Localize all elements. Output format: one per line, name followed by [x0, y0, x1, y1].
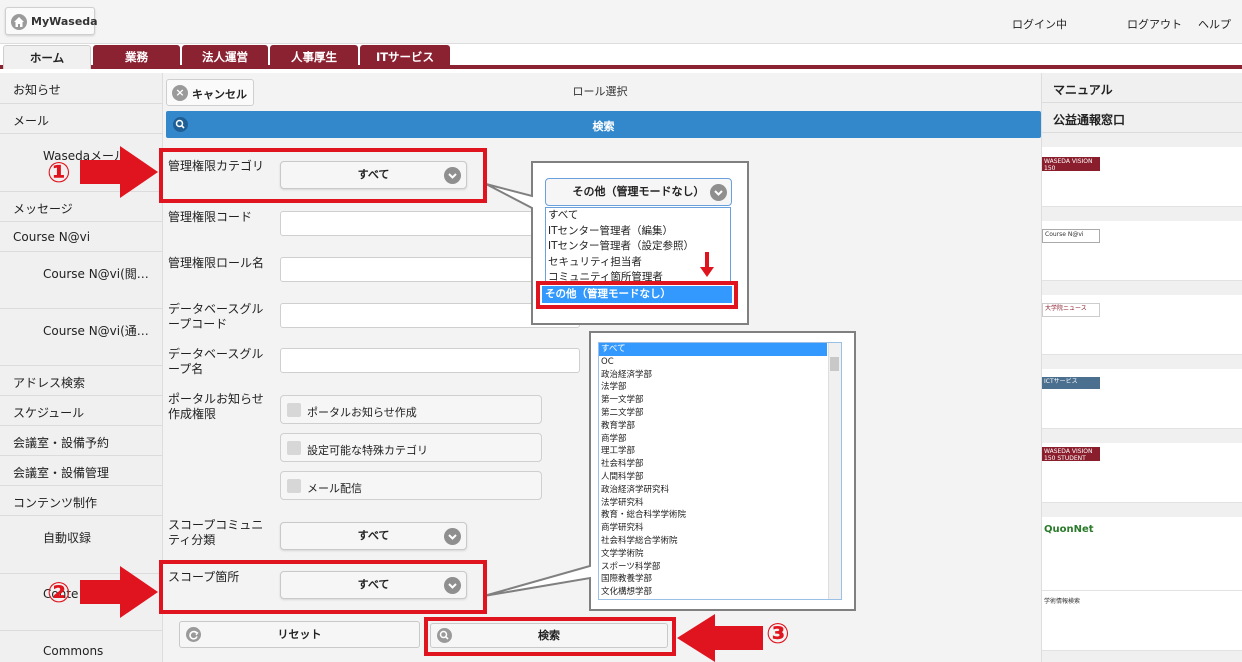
arrow-right-icon — [80, 146, 158, 198]
highlight-box-2 — [159, 560, 487, 614]
sidebar-item-news[interactable]: お知らせ — [0, 73, 163, 104]
scrollbar-thumb[interactable] — [830, 357, 839, 371]
banner-graduate-news[interactable]: 大学院ニュース — [1042, 295, 1242, 355]
dropdown-option[interactable]: 人間科学部 — [599, 471, 827, 484]
main-tabs: ホーム 業務 法人運営 人事厚生 ITサービス — [0, 44, 1242, 69]
sidebar-item-course-navi-view[interactable]: Course N@vi(閲… — [0, 252, 163, 309]
dropdown-option[interactable]: 教育学部 — [599, 420, 827, 433]
dropdown-option[interactable]: 教育・総合科学学術院 — [599, 509, 827, 522]
banner-ict-service[interactable]: ICTサービス — [1042, 369, 1242, 429]
chevron-down-icon — [444, 528, 461, 545]
help-link[interactable]: ヘルプ — [1198, 16, 1231, 32]
arrow-left-icon — [677, 614, 763, 662]
banner-academic-search[interactable]: 学術情報検索 — [1042, 591, 1242, 651]
db-group-code-label: データベースグループコード — [168, 302, 264, 331]
cancel-button[interactable]: × キャンセル — [166, 79, 254, 106]
close-icon: × — [172, 85, 188, 101]
dropdown-option[interactable]: 政治経済学研究科 — [599, 484, 827, 497]
banner-course-navi[interactable]: Course N@vi — [1042, 221, 1242, 281]
whistleblowing-link[interactable]: 公益通報窓口 — [1042, 103, 1242, 133]
sidebar-item-address-search[interactable]: アドレス検索 — [0, 366, 163, 396]
arrow-right-icon — [80, 566, 158, 618]
banner-student-competition[interactable]: WASEDA VISION 150 STUDENT COMPETITION — [1042, 443, 1242, 503]
dropdown-option[interactable]: 社会科学総合学術院 — [599, 535, 827, 548]
db-group-name-label: データベースグループ名 — [168, 347, 264, 376]
highlight-box-option — [536, 281, 738, 309]
dropdown-scrollbar[interactable] — [828, 343, 841, 599]
tab-home[interactable]: ホーム — [3, 45, 91, 69]
right-sidebar: マニュアル 公益通報窓口 WASEDA VISION 150 Course N@… — [1041, 73, 1242, 662]
home-icon — [11, 14, 27, 30]
tab-it-service[interactable]: ITサービス — [360, 45, 450, 69]
dropdown-option[interactable]: 文学学術院 — [599, 548, 827, 561]
checkbox-icon — [287, 479, 301, 493]
chevron-down-icon — [710, 184, 727, 201]
role-name-label: 管理権限ロール名 — [168, 256, 265, 270]
step-badge-2: ② — [47, 576, 71, 609]
page-title: ロール選択 — [572, 85, 628, 98]
checkbox-icon — [287, 441, 301, 455]
sidebar-item-course-navi-notice[interactable]: Course N@vi(通… — [0, 309, 163, 366]
sidebar-item-course-navi[interactable]: Course N@vi — [0, 222, 163, 252]
scope-community-select[interactable]: すべて — [280, 522, 467, 550]
dropdown-option[interactable]: 商学研究科 — [599, 522, 827, 535]
mywaseda-home-button[interactable]: MyWaseda — [5, 7, 98, 35]
checkbox-icon — [287, 403, 301, 417]
banner-waseda-vision[interactable]: WASEDA VISION 150 — [1042, 147, 1242, 207]
sidebar-item-mail[interactable]: メール — [0, 104, 163, 134]
dropdown-option[interactable]: 文化構想学部 — [599, 586, 827, 599]
sidebar-item-content-production[interactable]: コンテンツ制作 — [0, 486, 163, 516]
dropdown-option[interactable]: ITセンター管理者（編集） — [546, 224, 730, 240]
dropdown-option[interactable]: 法学研究科 — [599, 497, 827, 510]
dropdown-option[interactable]: すべて — [599, 343, 827, 356]
banner-quonnet[interactable]: QuonNet — [1042, 517, 1242, 591]
dropdown-option[interactable]: 第一文学部 — [599, 394, 827, 407]
sidebar-item-schedule[interactable]: スケジュール — [0, 396, 163, 426]
dropdown-option[interactable]: 法学部 — [599, 381, 827, 394]
dropdown-option[interactable]: 商学部 — [599, 433, 827, 446]
home-label: MyWaseda — [31, 15, 98, 28]
dropdown-option[interactable]: すべて — [546, 208, 730, 224]
step-badge-1: ① — [47, 156, 71, 189]
tab-hr[interactable]: 人事厚生 — [270, 45, 358, 69]
sidebar-item-room-booking[interactable]: 会議室・設備予約 — [0, 426, 163, 456]
manual-link[interactable]: マニュアル — [1042, 73, 1242, 103]
scope-place-dropdown-list[interactable]: すべて OC 政治経済学部 法学部 第一文学部 第二文学部 教育学部 商学部 理… — [598, 342, 842, 600]
category-dropdown-preview[interactable]: その他（管理モードなし） — [545, 178, 732, 206]
logout-link[interactable]: ログアウト — [1127, 16, 1182, 32]
dropdown-option[interactable]: 第二文学部 — [599, 407, 827, 420]
dropdown-option[interactable]: 理工学部 — [599, 445, 827, 458]
code-label: 管理権限コード — [168, 210, 253, 224]
dropdown-option[interactable]: スポーツ科学部 — [599, 561, 827, 574]
dropdown-option[interactable]: 国際教養学部 — [599, 573, 827, 586]
highlight-box-1 — [159, 148, 487, 203]
top-header: MyWaseda ログイン中 ログアウト ヘルプ — [0, 0, 1242, 44]
arrow-down-icon — [700, 252, 714, 277]
reset-icon — [186, 627, 201, 642]
dropdown-option[interactable]: OC — [599, 356, 827, 369]
tab-corporate[interactable]: 法人運営 — [182, 45, 268, 69]
tab-business[interactable]: 業務 — [93, 45, 180, 69]
dropdown-option[interactable]: 政治経済学部 — [599, 369, 827, 382]
dropdown-option[interactable]: 社会科学部 — [599, 458, 827, 471]
search-section-header[interactable]: 検索 — [166, 111, 1041, 138]
sidebar-item-room-admin[interactable]: 会議室・設備管理 — [0, 456, 163, 486]
portal-permission-label: ポータルお知らせ作成権限 — [168, 392, 264, 421]
sidebar-item-commons[interactable]: Commons — [0, 631, 163, 662]
scope-community-label: スコープコミュニティ分類 — [168, 518, 264, 547]
step-badge-3: ③ — [766, 617, 790, 650]
reset-button[interactable]: リセット — [179, 621, 420, 648]
login-status: ログイン中 — [1012, 18, 1067, 31]
highlight-box-3 — [424, 617, 676, 656]
